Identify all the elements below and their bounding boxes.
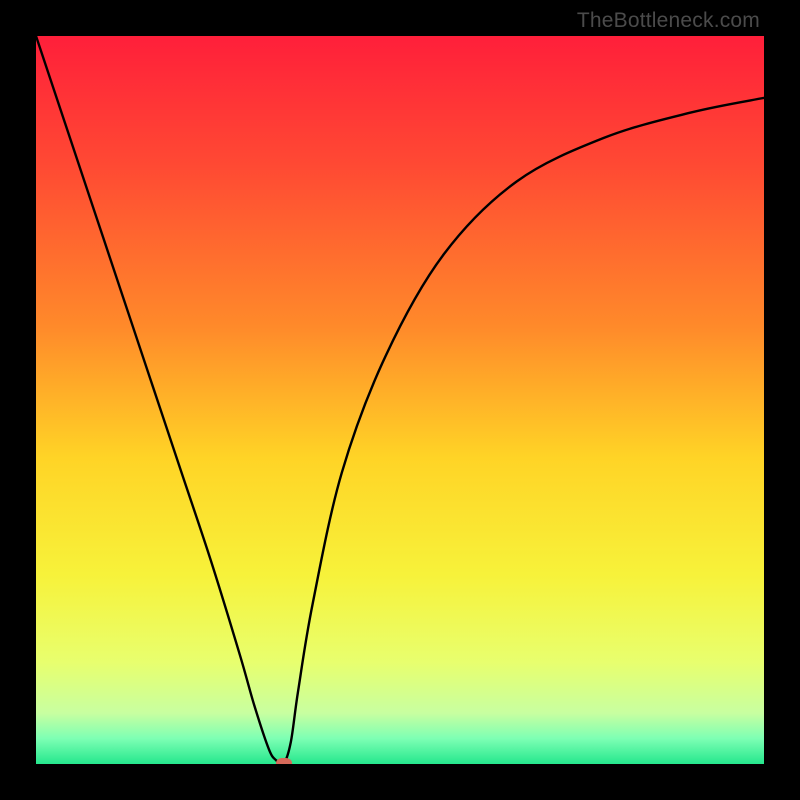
watermark-text: TheBottleneck.com <box>577 9 760 33</box>
bottleneck-curve <box>36 36 764 764</box>
optimum-marker <box>276 758 292 764</box>
chart-frame: TheBottleneck.com <box>0 0 800 800</box>
plot-area <box>36 36 764 764</box>
